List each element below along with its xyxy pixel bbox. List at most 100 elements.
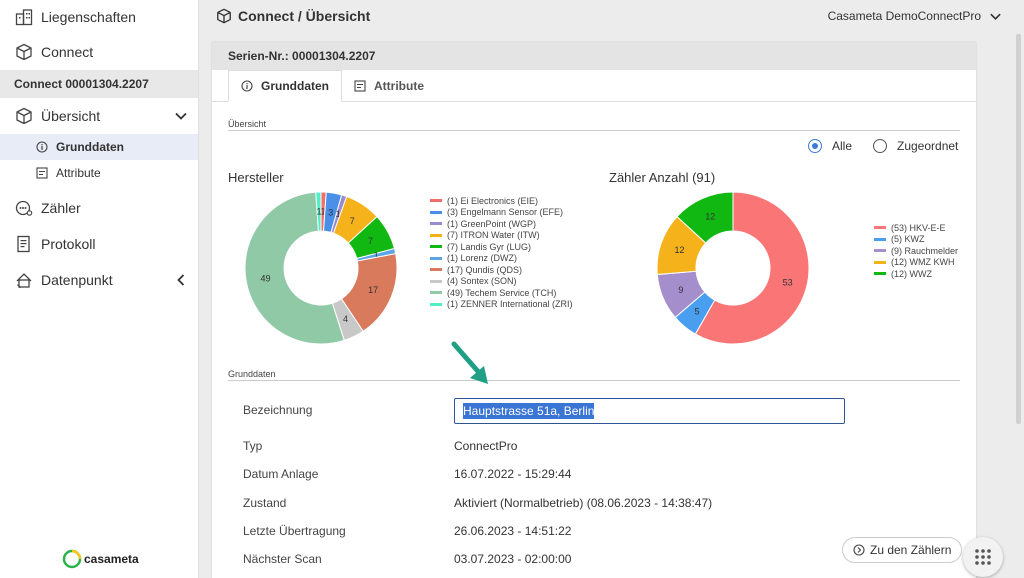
zaehler-legend-item[interactable]: (9) Rauchmelder xyxy=(874,245,958,257)
button-label: Zu den Zählern xyxy=(870,543,952,557)
app-grid-button[interactable] xyxy=(963,537,1003,577)
sidebar-item-label: Connect xyxy=(41,44,94,60)
legend-swatch xyxy=(430,233,442,237)
zaehler-slice-label: 5 xyxy=(695,307,700,317)
hersteller-slice-label: 1 xyxy=(317,207,322,217)
zaehler-slice-label: 12 xyxy=(675,245,685,255)
section-label-uebersicht: Übersicht xyxy=(228,119,267,129)
tab-attribute[interactable]: Attribute xyxy=(342,70,436,101)
field-value-typ: ConnectPro xyxy=(454,439,518,453)
legend-swatch xyxy=(874,237,886,241)
filter-zugeordnet-radio[interactable]: Zugeordnet xyxy=(873,139,958,153)
hersteller-legend-item[interactable]: (17) Qundis (QDS) xyxy=(430,264,573,276)
tenant-selector[interactable]: Casameta DemoConnectPro xyxy=(828,9,1002,23)
meter-icon xyxy=(14,198,34,218)
page-title-text: Connect / Übersicht xyxy=(238,8,371,24)
hersteller-legend-item[interactable]: (7) ITRON Water (ITW) xyxy=(430,230,573,242)
radio-label: Alle xyxy=(832,139,853,153)
sidebar-item-connect[interactable]: Connect xyxy=(0,34,198,70)
legend-label: (17) Qundis (QDS) xyxy=(447,264,523,275)
filter-alle-radio[interactable]: Alle xyxy=(808,139,852,153)
field-label-zustand: Zustand xyxy=(243,496,287,510)
legend-label: (53) HKV-E-E xyxy=(891,222,946,233)
hersteller-legend-item[interactable]: (1) Ei Electronics (EIE) xyxy=(430,195,573,207)
sidebar-item-protokoll[interactable]: Protokoll xyxy=(0,226,198,262)
casameta-logo: casameta xyxy=(62,549,139,569)
legend-swatch xyxy=(430,210,442,214)
tab-grunddaten[interactable]: Grunddaten xyxy=(228,70,342,102)
legend-label: (12) WMZ KWH xyxy=(891,257,955,268)
zu-den-zaehlern-button[interactable]: Zu den Zählern xyxy=(842,537,963,563)
tab-bar: Grunddaten Attribute xyxy=(212,70,976,102)
hersteller-legend-item[interactable]: (1) Lorenz (DWZ) xyxy=(430,253,573,265)
sidebar-subitem-attribute[interactable]: Attribute xyxy=(0,160,198,186)
hersteller-legend: (1) Ei Electronics (EIE) (3) Engelmann Se… xyxy=(430,195,573,310)
cube-icon xyxy=(14,106,34,126)
hersteller-legend-item[interactable]: (1) ZENNER International (ZRI) xyxy=(430,299,573,311)
legend-swatch xyxy=(430,279,442,283)
zaehler-legend-item[interactable]: (12) WWZ xyxy=(874,268,958,280)
hersteller-legend-item[interactable]: (4) Sontex (SON) xyxy=(430,276,573,288)
sidebar-item-uebersicht[interactable]: Übersicht xyxy=(0,98,198,134)
legend-swatch xyxy=(874,260,886,264)
sidebar-item-label: Übersicht xyxy=(41,108,101,124)
field-label-datum-anlage: Datum Anlage xyxy=(243,467,319,481)
hersteller-legend-item[interactable]: (7) Landis Gyr (LUG) xyxy=(430,241,573,253)
tenant-name: Casameta DemoConnectPro xyxy=(827,9,981,23)
bezeichnung-input[interactable]: Hauptstrasse 51a, Berlin xyxy=(454,398,845,424)
chevron-down-icon xyxy=(989,10,1002,23)
cube-icon xyxy=(14,42,34,62)
info-icon xyxy=(36,141,48,153)
legend-swatch xyxy=(874,272,886,276)
hersteller-slice-label: 17 xyxy=(368,285,378,295)
legend-swatch xyxy=(430,268,442,272)
arrow-circle-icon xyxy=(853,544,865,556)
legend-label: (49) Techem Service (TCH) xyxy=(447,287,557,298)
list-icon xyxy=(354,79,366,92)
info-icon xyxy=(241,80,253,92)
field-value-naechster-scan: 03.07.2023 - 02:00:00 xyxy=(454,552,572,566)
sidebar-subitem-label: Attribute xyxy=(56,166,101,180)
zaehler-legend-item[interactable]: (53) HKV-E-E xyxy=(874,222,958,234)
zaehler-legend-item[interactable]: (5) KWZ xyxy=(874,234,958,246)
hersteller-legend-item[interactable]: (3) Engelmann Sensor (EFE) xyxy=(430,207,573,219)
section-label-grunddaten: Grunddaten xyxy=(228,369,276,379)
legend-swatch xyxy=(874,226,886,230)
legend-swatch xyxy=(430,245,442,249)
section-divider xyxy=(228,380,960,381)
hersteller-legend-item[interactable]: (1) GreenPoint (WGP) xyxy=(430,218,573,230)
hersteller-legend-item[interactable]: (49) Techem Service (TCH) xyxy=(430,287,573,299)
chevron-left-icon[interactable] xyxy=(174,273,188,287)
sidebar-item-label: Datenpunkt xyxy=(41,272,113,288)
tab-label: Attribute xyxy=(374,78,424,93)
section-divider xyxy=(228,130,960,131)
hersteller-slice-label: 7 xyxy=(368,236,373,246)
legend-label: (7) ITRON Water (ITW) xyxy=(447,230,540,241)
sidebar-item-label: Liegenschaften xyxy=(41,9,136,25)
sidebar: Liegenschaften Connect Connect 00001304.… xyxy=(0,0,199,578)
legend-swatch xyxy=(430,199,442,203)
field-label-letzte-uebertragung: Letzte Übertragung xyxy=(243,524,346,538)
hersteller-slice-label: 49 xyxy=(261,274,271,284)
sidebar-item-datenpunkt[interactable]: Datenpunkt xyxy=(0,262,198,298)
chevron-down-icon[interactable] xyxy=(174,109,188,123)
scrollbar[interactable] xyxy=(1016,34,1021,424)
legend-label: (1) Ei Electronics (EIE) xyxy=(447,195,539,206)
radio-label: Zugeordnet xyxy=(897,139,959,153)
zaehler-slice-label: 12 xyxy=(705,211,715,221)
list-icon xyxy=(36,167,48,179)
legend-label: (1) Lorenz (DWZ) xyxy=(447,253,518,264)
zaehler-legend: (53) HKV-E-E (5) KWZ (9) Rauchmelder (12) W… xyxy=(874,222,958,280)
grid-icon xyxy=(975,549,991,565)
sidebar-subitem-grunddaten[interactable]: Grunddaten xyxy=(0,134,198,160)
zaehler-legend-item[interactable]: (12) WMZ KWH xyxy=(874,257,958,269)
top-bar: Connect / Übersicht Casameta DemoConnect… xyxy=(200,0,1024,32)
page-title: Connect / Übersicht xyxy=(216,8,370,24)
legend-label: (3) Engelmann Sensor (EFE) xyxy=(447,207,564,218)
legend-label: (1) GreenPoint (WGP) xyxy=(447,218,537,229)
legend-label: (9) Rauchmelder xyxy=(891,245,959,256)
legend-swatch xyxy=(430,291,442,295)
field-label-typ: Typ xyxy=(243,439,263,453)
sidebar-item-zaehler[interactable]: Zähler xyxy=(0,190,198,226)
sidebar-item-liegenschaften[interactable]: Liegenschaften xyxy=(0,0,198,34)
